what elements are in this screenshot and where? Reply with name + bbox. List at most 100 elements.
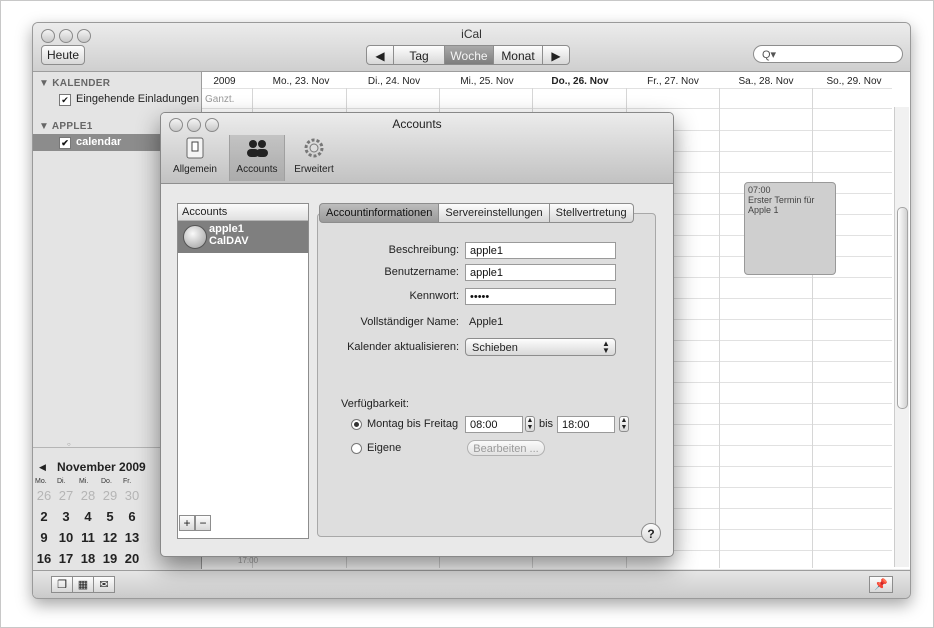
kennwort-field[interactable]: ••••• (465, 288, 616, 305)
next-week-button[interactable]: ▶ (542, 45, 570, 65)
hour-label: 17:00 (238, 556, 259, 565)
gear-icon (287, 137, 341, 161)
montag-bis-freitag-label: Montag bis Freitag (367, 418, 459, 430)
search-field[interactable]: Q▾ (753, 45, 903, 63)
mini-cal-dow: Do. (101, 478, 112, 485)
calendar-event[interactable]: 07:00 Erster Termin für Apple 1 (744, 182, 836, 275)
pin-icon[interactable]: 📌 (869, 576, 893, 593)
to-time-field[interactable]: 18:00 (557, 416, 615, 433)
benutzername-label: Benutzername: (384, 266, 459, 278)
switch-icon (169, 137, 221, 161)
mini-cal-dow: Di. (57, 478, 66, 485)
mini-cal-day[interactable]: 26 (33, 488, 55, 503)
day-header[interactable]: Fr., 27. Nov (629, 76, 717, 87)
add-account-button[interactable]: + (179, 515, 195, 531)
scrollbar-thumb[interactable] (897, 207, 908, 409)
show-calendars-button[interactable]: ❐ (51, 576, 73, 593)
mini-cal-day[interactable]: 2 (33, 509, 55, 524)
mini-cal-dow: Fr. (123, 478, 132, 485)
sidebar-section-apple1[interactable]: ▼ APPLE1 (39, 121, 93, 132)
today-button[interactable]: Heute (41, 45, 85, 65)
day-header[interactable]: Mo., 23. Nov (257, 76, 345, 87)
mini-cal-day[interactable]: 11 (77, 530, 99, 545)
toolbar-label: Allgemein (173, 164, 217, 175)
mini-cal-month-title: November 2009 (57, 460, 146, 474)
show-notifications-button[interactable]: ✉ (93, 576, 115, 593)
tab-servereinstellungen[interactable]: Servereinstellungen (439, 203, 550, 223)
show-minical-button[interactable]: ▦ (72, 576, 94, 593)
prev-week-button[interactable]: ◀ (366, 45, 394, 65)
mini-cal-day[interactable]: 27 (55, 488, 77, 503)
checkbox-icon[interactable]: ✔ (59, 94, 71, 106)
resize-handle-icon[interactable]: ○ (67, 442, 71, 448)
tab-accountinformationen[interactable]: Accountinformationen (319, 203, 440, 223)
sidebar-section-kalender[interactable]: ▼ KALENDER (39, 78, 110, 89)
grid-vline (719, 88, 720, 568)
mini-cal-dow: Mo. (35, 478, 47, 485)
mini-cal-day[interactable]: 4 (77, 509, 99, 524)
day-header[interactable]: Mi., 25. Nov (443, 76, 531, 87)
eigene-label: Eigene (367, 442, 402, 454)
from-time-stepper[interactable]: ▲ ▼ (525, 416, 535, 432)
remove-account-button[interactable]: − (195, 515, 211, 531)
beschreibung-field[interactable]: apple1 (465, 242, 616, 259)
aktualisieren-popup[interactable]: Schieben ▲ ▼ (465, 338, 616, 356)
dialog-title: Accounts (392, 117, 442, 131)
kennwort-label: Kennwort: (409, 290, 459, 302)
sidebar-item-eingehende-einladungen[interactable]: ✔ Eingehende Einladungen (59, 93, 199, 106)
aktualisieren-label: Kalender aktualisieren: (347, 341, 459, 353)
mini-cal-day[interactable]: 3 (55, 509, 77, 524)
toolbar-erweitert[interactable]: Erweitert (287, 135, 341, 181)
mini-cal-day[interactable]: 20 (121, 551, 143, 566)
mini-cal-day[interactable]: 9 (33, 530, 55, 545)
help-button[interactable]: ? (641, 523, 661, 543)
benutzername-field[interactable]: apple1 (465, 264, 616, 281)
tab-stellvertretung[interactable]: Stellvertretung (549, 203, 634, 223)
day-header[interactable]: Di., 24. Nov (350, 76, 438, 87)
account-globe-icon (183, 225, 207, 249)
mini-cal-day[interactable]: 10 (55, 530, 77, 545)
mini-cal-day[interactable]: 13 (121, 530, 143, 545)
grid-hline (202, 108, 892, 109)
view-month-tab[interactable]: Monat (493, 45, 543, 65)
bis-label: bis (539, 418, 554, 430)
mini-cal-day[interactable]: 30 (121, 488, 143, 503)
view-day-tab[interactable]: Tag (393, 45, 445, 65)
account-tabs: Accountinformationen Servereinstellungen… (319, 203, 634, 223)
mini-cal-day[interactable]: 28 (77, 488, 99, 503)
mini-cal-prev-icon[interactable]: ◀ (39, 462, 46, 473)
day-header-today[interactable]: Do., 26. Nov (536, 76, 624, 87)
from-time-field[interactable]: 08:00 (465, 416, 523, 433)
to-time-stepper[interactable]: ▲ ▼ (619, 416, 629, 432)
mini-cal-day[interactable]: 19 (99, 551, 121, 566)
ical-titlebar: iCal Heute ◀ Tag Woche Monat ▶ Q▾ (33, 23, 910, 72)
bearbeiten-button[interactable]: Bearbeiten ... (467, 440, 545, 456)
people-icon (230, 137, 284, 161)
vertical-scrollbar[interactable] (894, 107, 909, 567)
account-row-apple1[interactable]: apple1 CalDAV (178, 221, 308, 253)
vollname-label: Vollständiger Name: (360, 316, 459, 328)
event-title: Erster Termin für Apple 1 (748, 195, 815, 215)
day-header[interactable]: So., 29. Nov (812, 76, 896, 87)
sidebar-item-label: Eingehende Einladungen (76, 93, 199, 105)
view-week-tab[interactable]: Woche (444, 45, 494, 65)
toolbar-accounts[interactable]: Accounts (229, 135, 285, 181)
mini-cal-day[interactable]: 16 (33, 551, 55, 566)
mini-cal-dow: Mi. (79, 478, 89, 485)
grid-hline (202, 88, 892, 89)
account-name: apple1 (209, 223, 244, 235)
day-header[interactable]: Sa., 28. Nov (722, 76, 810, 87)
accounts-list: Accounts apple1 CalDAV (177, 203, 309, 539)
mini-cal-day[interactable]: 18 (77, 551, 99, 566)
toolbar-allgemein[interactable]: Allgemein (169, 135, 221, 181)
mini-cal-day[interactable]: 29 (99, 488, 121, 503)
radio-montag-bis-freitag[interactable] (351, 419, 362, 430)
radio-eigene[interactable] (351, 443, 362, 454)
mini-cal-day[interactable]: 12 (99, 530, 121, 545)
mini-cal-day[interactable]: 5 (99, 509, 121, 524)
mini-cal-day[interactable]: 17 (55, 551, 77, 566)
toolbar-label: Erweitert (294, 164, 334, 175)
mini-cal-day[interactable]: 6 (121, 509, 143, 524)
checkbox-icon[interactable]: ✔ (59, 137, 71, 149)
allday-label: Ganzt. (205, 94, 235, 105)
